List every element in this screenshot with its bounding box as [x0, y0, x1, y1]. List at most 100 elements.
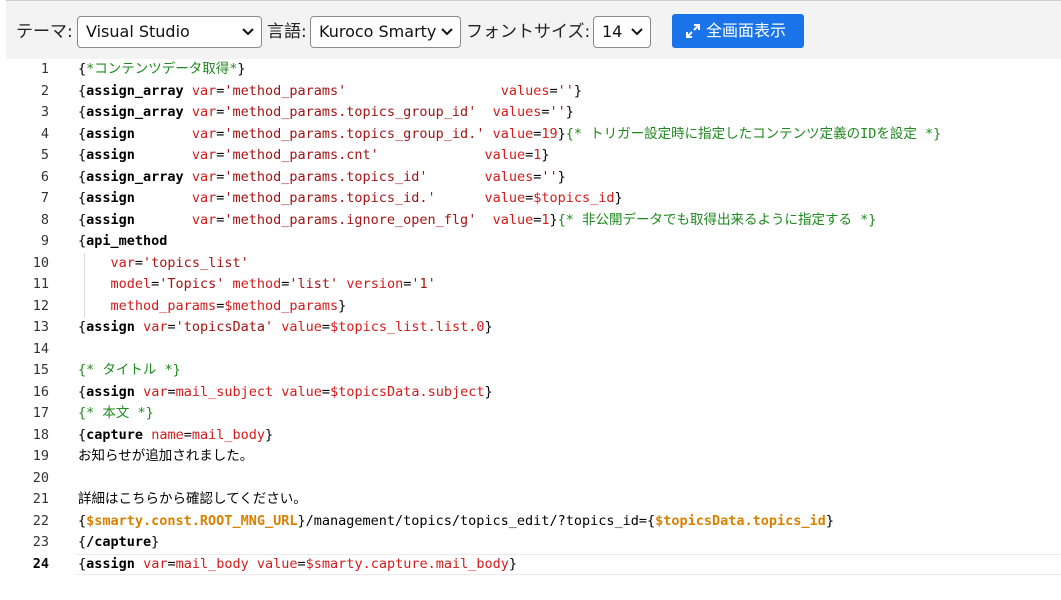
code-token: } — [338, 297, 347, 314]
line-code: model='Topics' method='list' version='1' — [78, 274, 436, 296]
code-token: = — [321, 383, 331, 400]
code-line[interactable]: 4 {assign var='method_params.topics_group… — [6, 124, 1061, 146]
code-token: } — [265, 426, 274, 443]
line-number: 8 — [40, 211, 49, 228]
code-token: 'method_params.cnt' — [224, 147, 379, 163]
line-number: 1 — [40, 61, 49, 77]
code-token: { — [78, 534, 87, 550]
code-line[interactable]: 16 {assign var=mail_subject value=$topics… — [6, 382, 1061, 404]
code-token: { — [78, 211, 87, 228]
code-token: $topics_id — [533, 190, 615, 206]
line-number: 5 — [40, 147, 49, 163]
code-line[interactable]: 23 {/capture} — [6, 532, 1061, 554]
theme-label: テーマ: — [16, 22, 73, 42]
code-token: = — [134, 254, 144, 271]
line-number: 19 — [32, 448, 49, 464]
code-line[interactable]: 17 {* 本文 *} — [6, 403, 1061, 425]
code-editor[interactable]: 1 {*コンテンツデータ取得*} 2 {assign_array var='metho… — [6, 59, 1061, 600]
chevron-down-icon — [631, 28, 643, 36]
code-token: { — [646, 512, 656, 529]
line-code: {assign var=mail_body value=$smarty.capt… — [78, 554, 517, 576]
code-token: } — [825, 512, 834, 529]
code-token: mail_body — [191, 426, 265, 443]
code-token: 'method_params.topics_id' — [224, 168, 428, 185]
line-code: {assign_array var = 'method_params.topics_… — [78, 102, 574, 124]
code-token: var — [191, 125, 217, 142]
code-token: assign_array — [86, 168, 184, 185]
code-token: assign — [86, 147, 135, 163]
fullscreen-button-label: 全画面表示 — [706, 21, 787, 40]
code-token: 'method_params.topics_id.' — [224, 190, 436, 206]
code-token: } — [237, 61, 246, 77]
code-token: method_params — [110, 297, 217, 314]
code-line[interactable]: 13 {assign var='topicsData' value=$topics… — [6, 317, 1061, 339]
code-token: '' — [557, 82, 574, 99]
language-select[interactable]: Kuroco Smarty — [310, 16, 461, 48]
code-line[interactable]: 20 — [6, 468, 1061, 490]
font-size-select[interactable]: 14 — [593, 16, 651, 48]
line-number: 13 — [32, 319, 49, 335]
code-line[interactable]: 15 {* タイトル *} — [6, 360, 1061, 382]
code-line[interactable]: 12 method_params=$method_params} — [6, 296, 1061, 318]
line-code: {api_method — [78, 231, 167, 253]
code-token: = — [183, 426, 192, 443]
line-code: {$smarty.const.ROOT_MNG_URL}/management/… — [78, 511, 834, 533]
code-line[interactable]: 7 {assign var='method_params.topics_id.' … — [6, 188, 1061, 210]
code-line[interactable]: 14 — [6, 339, 1061, 361]
code-token: {* 非公開データでも取得出来るように指定する *} — [557, 211, 877, 228]
code-token: 'topicsData' — [175, 319, 274, 335]
code-token: values — [492, 104, 542, 120]
code-line[interactable]: 3 {assign_array var = 'method_params.topics… — [6, 102, 1061, 124]
code-line[interactable]: 19 お知らせが追加されました。 — [6, 446, 1061, 468]
code-token: assign — [86, 319, 135, 335]
line-code: {/capture} — [78, 532, 159, 554]
code-line[interactable]: 21 詳細はこちらから確認してください。 — [6, 489, 1061, 511]
code-token: {* タイトル *} — [78, 362, 181, 378]
code-token: $topics_list.list.0 — [330, 319, 485, 335]
font-size-select-value: 14 — [602, 22, 623, 41]
code-token: '1' — [411, 276, 436, 292]
code-token: { — [78, 426, 87, 443]
code-line[interactable]: 5 {assign var='method_params.cnt' value=1… — [6, 145, 1061, 167]
line-number: 21 — [32, 491, 49, 507]
code-token: value — [484, 147, 526, 163]
code-token: { — [78, 168, 87, 185]
code-token: } — [549, 211, 558, 228]
code-line[interactable]: 22 {$smarty.const.ROOT_MNG_URL}/managemen… — [6, 511, 1061, 533]
code-token: var — [110, 254, 135, 271]
code-token: {* トリガー設定時に指定したコンテンツ定義のIDを設定 *} — [565, 125, 942, 142]
code-line[interactable]: 24 {assign var=mail_body value=$smarty.ca… — [6, 553, 1061, 576]
code-token: { — [78, 555, 87, 572]
code-token: value — [492, 125, 534, 142]
fullscreen-button[interactable]: 全画面表示 — [672, 14, 804, 48]
theme-select[interactable]: Visual Studio — [77, 16, 262, 48]
line-code: method_params=$method_params} — [78, 296, 347, 318]
code-token: var — [191, 190, 217, 206]
code-line[interactable]: 8 {assign var='method_params.ignore_open_… — [6, 210, 1061, 232]
code-token: { — [78, 125, 87, 142]
code-token: mail_body — [175, 555, 249, 572]
code-token: { — [78, 512, 87, 529]
code-token: version — [346, 276, 404, 292]
code-line[interactable]: 18 {capture name=mail_body} — [6, 425, 1061, 447]
code-line[interactable]: 6 {assign_array var='method_params.topics… — [6, 167, 1061, 189]
line-code: {assign var=mail_subject value=$topicsDa… — [78, 382, 493, 404]
line-code: {capture name=mail_body} — [78, 425, 273, 447]
code-line[interactable]: 11 model='Topics' method='list' version=… — [6, 274, 1061, 296]
code-line[interactable]: 9 {api_method — [6, 231, 1061, 253]
code-token: } — [541, 147, 550, 163]
code-line[interactable]: 10 var='topics_list' — [6, 253, 1061, 275]
code-line[interactable]: 1 {*コンテンツデータ取得*} — [6, 59, 1061, 81]
line-number: 16 — [32, 383, 49, 400]
code-line[interactable]: 2 {assign_array var = 'method_params' value… — [6, 81, 1061, 103]
line-code: {* 本文 *} — [78, 403, 154, 425]
line-number: 6 — [40, 168, 49, 185]
line-code: {*コンテンツデータ取得*} — [78, 59, 246, 81]
